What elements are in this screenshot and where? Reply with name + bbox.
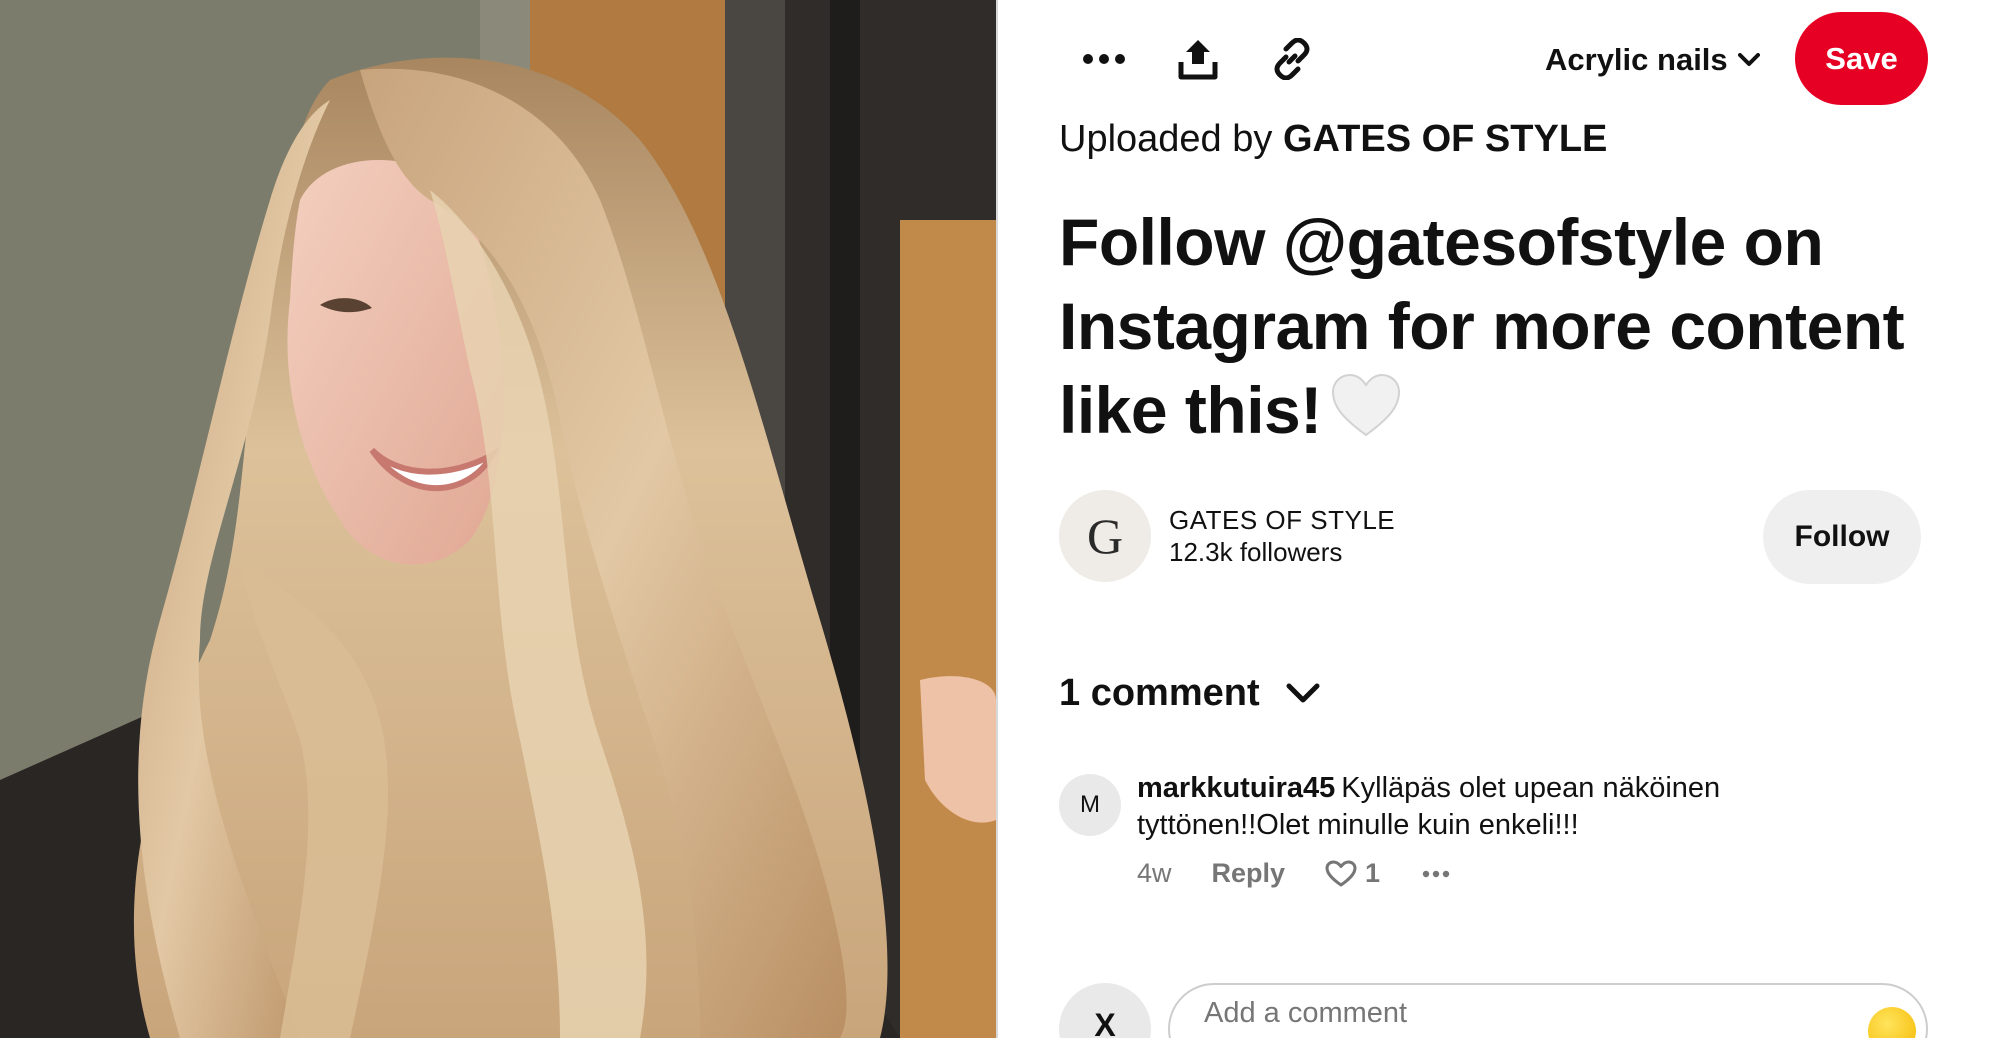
comment-composer[interactable] [1168, 983, 1928, 1038]
board-selector[interactable]: Acrylic nails [1533, 30, 1772, 90]
ellipsis-icon [1422, 870, 1450, 877]
creator-info[interactable]: G GATES OF STYLE 12.3k followers [1059, 490, 1395, 582]
uploaded-by: Uploaded by GATES OF STYLE [1059, 118, 1607, 161]
comment-meta: 4w Reply 1 [1137, 858, 1450, 889]
pin-image[interactable] [0, 0, 996, 1038]
comment-body: markkutuira45 Kylläpäs olet upean näköine… [1137, 770, 1897, 844]
chevron-down-icon [1286, 683, 1320, 702]
save-button[interactable]: Save [1795, 12, 1928, 105]
comment-time: 4w [1137, 858, 1172, 888]
reply-button[interactable]: Reply [1212, 858, 1286, 889]
board-name: Acrylic nails [1545, 42, 1728, 77]
uploaded-prefix: Uploaded by [1059, 118, 1273, 160]
creator-text: GATES OF STYLE 12.3k followers [1169, 504, 1395, 568]
pin-image-illustration [0, 0, 996, 1038]
creator-avatar[interactable]: G [1059, 490, 1151, 582]
white-heart-icon [1330, 373, 1402, 458]
creator-name[interactable]: GATES OF STYLE [1169, 504, 1395, 536]
comment-author[interactable]: markkutuira45 [1137, 772, 1335, 804]
heart-outline-icon [1325, 860, 1357, 886]
copy-link-button[interactable] [1260, 27, 1324, 91]
comments-toggle[interactable]: 1 comment [1059, 672, 1320, 715]
current-user-avatar[interactable]: X [1059, 983, 1151, 1038]
like-button[interactable]: 1 [1325, 858, 1380, 889]
chevron-down-icon [1737, 53, 1760, 66]
follow-button[interactable]: Follow [1763, 490, 1921, 584]
link-icon [1274, 38, 1310, 80]
emoji-picker-icon[interactable] [1868, 1007, 1916, 1038]
pin-title-text: Follow @gatesofstyle on Instagram for mo… [1059, 205, 1905, 447]
pin-details-panel: Acrylic nails Save Uploaded by GATES OF … [998, 0, 2005, 1038]
comments-count: 1 comment [1059, 672, 1260, 714]
like-count: 1 [1365, 858, 1381, 888]
pin-title: Follow @gatesofstyle on Instagram for mo… [1059, 200, 1959, 458]
comment-avatar[interactable]: M [1059, 774, 1121, 836]
comment-input[interactable] [1204, 997, 1824, 1030]
more-options-button[interactable] [1072, 27, 1136, 91]
creator-followers: 12.3k followers [1169, 537, 1343, 567]
share-upload-icon [1178, 40, 1218, 80]
ellipsis-icon [1083, 54, 1125, 64]
share-button[interactable] [1166, 27, 1230, 91]
comment-more-button[interactable] [1422, 870, 1450, 878]
uploaded-source-link[interactable]: GATES OF STYLE [1283, 118, 1607, 160]
